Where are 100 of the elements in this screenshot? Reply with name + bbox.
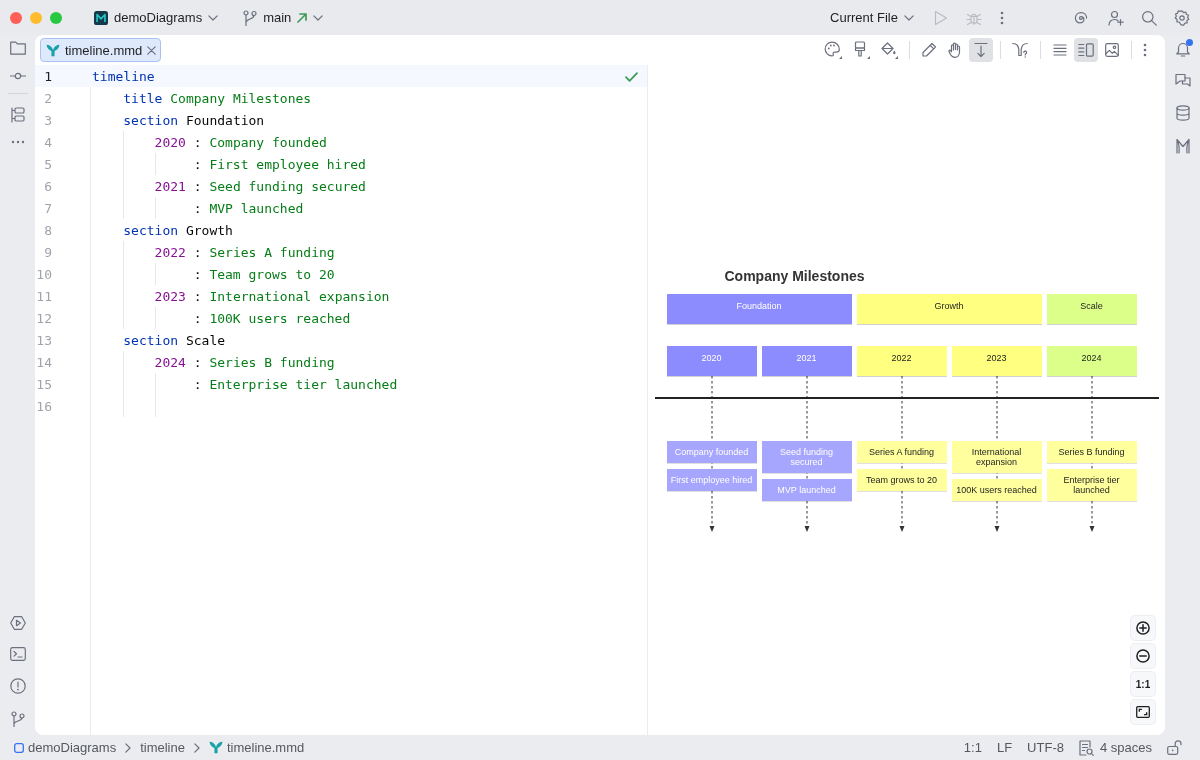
event-node: Series B funding bbox=[1046, 441, 1137, 463]
paint-bucket-icon[interactable] bbox=[880, 41, 898, 59]
chevron-down-icon bbox=[313, 14, 324, 21]
terminal-icon[interactable] bbox=[9, 647, 26, 661]
actual-size-button[interactable]: 1:1 bbox=[1131, 672, 1155, 696]
period-node: 2024 bbox=[1046, 346, 1137, 376]
line-number: 3 bbox=[43, 112, 52, 128]
palette-icon[interactable] bbox=[824, 41, 842, 59]
image-icon bbox=[1105, 43, 1119, 57]
chevron-down-icon bbox=[904, 14, 914, 21]
code-line: timeline bbox=[92, 68, 155, 84]
indent-setting[interactable]: 4 spaces bbox=[1078, 739, 1152, 756]
search-icon[interactable] bbox=[1141, 9, 1157, 26]
line-number: 10 bbox=[35, 266, 52, 282]
split-view-icon bbox=[1078, 43, 1094, 57]
period-node: 2021 bbox=[761, 346, 852, 376]
sync-scroll-button[interactable] bbox=[969, 38, 993, 62]
project-selector[interactable]: demoDiagrams bbox=[90, 4, 223, 31]
more-vertical-icon[interactable] bbox=[1000, 10, 1004, 25]
code-line: 2023 : International expansion bbox=[154, 288, 390, 304]
line-number: 2 bbox=[43, 90, 52, 106]
pencil-icon[interactable] bbox=[921, 42, 937, 58]
breadcrumb-link[interactable]: timeline bbox=[140, 740, 185, 755]
event-node: Enterprise tier launched bbox=[1046, 469, 1137, 501]
line-separator[interactable]: LF bbox=[996, 740, 1013, 755]
line-number: 9 bbox=[43, 244, 52, 260]
code-line: 2024 : Series B funding bbox=[154, 354, 335, 370]
square-icon bbox=[14, 742, 24, 753]
line-number: 1 bbox=[43, 68, 52, 84]
close-window-button[interactable] bbox=[10, 11, 22, 24]
zoom-in-icon bbox=[1136, 621, 1150, 635]
breadcrumb-link[interactable]: timeline.mmd bbox=[208, 740, 305, 755]
more-vertical-icon[interactable] bbox=[1143, 43, 1147, 57]
chevron-right-icon bbox=[125, 742, 132, 753]
structure-icon[interactable] bbox=[10, 107, 25, 123]
bell-icon[interactable] bbox=[1174, 41, 1191, 57]
settings-icon[interactable] bbox=[1174, 9, 1190, 26]
code-line: 2020 : Company founded bbox=[154, 134, 327, 150]
period-node: 2023 bbox=[951, 346, 1042, 376]
code-line: : MVP launched bbox=[193, 200, 304, 216]
zoom-out-button[interactable] bbox=[1131, 644, 1155, 668]
code-line: title Company Milestones bbox=[123, 90, 312, 106]
chevron-down-icon bbox=[208, 14, 219, 21]
breadcrumb-link[interactable]: demoDiagrams bbox=[14, 740, 117, 755]
fish-tail-icon bbox=[46, 43, 60, 57]
zoom-in-button[interactable] bbox=[1131, 616, 1155, 640]
event-node: Team grows to 20 bbox=[856, 469, 947, 491]
code-line: section Scale bbox=[123, 332, 226, 348]
code-line: section Growth bbox=[123, 222, 233, 238]
fit-frame-icon bbox=[1136, 706, 1150, 718]
hand-icon[interactable] bbox=[947, 42, 963, 58]
branch-icon bbox=[243, 9, 258, 26]
text-lines-icon bbox=[1053, 44, 1067, 56]
code-line: 2021 : Seed funding secured bbox=[154, 178, 366, 194]
m-logo-icon bbox=[94, 10, 108, 25]
chat-bubbles-icon[interactable] bbox=[1174, 73, 1191, 89]
chevron-right-icon bbox=[193, 742, 200, 753]
fit-to-view-button[interactable] bbox=[1131, 700, 1155, 724]
m-logo-icon[interactable] bbox=[1175, 138, 1190, 154]
code-line: section Foundation bbox=[123, 112, 265, 128]
run-config-selector[interactable]: Current File bbox=[826, 4, 918, 31]
code-line: : First employee hired bbox=[193, 156, 366, 172]
section-header: Scale bbox=[1046, 294, 1137, 324]
arrow-down-from-bar-icon bbox=[974, 42, 988, 58]
line-number: 8 bbox=[43, 222, 52, 238]
line-number: 7 bbox=[43, 200, 52, 216]
editor-tab[interactable]: timeline.mmd bbox=[40, 38, 162, 62]
folder-icon[interactable] bbox=[9, 41, 26, 55]
check-icon[interactable] bbox=[625, 72, 638, 82]
code-line: : Enterprise tier launched bbox=[193, 376, 398, 392]
line-number: 12 bbox=[35, 310, 52, 326]
event-node: MVP launched bbox=[761, 479, 852, 501]
split-view-button[interactable] bbox=[1074, 38, 1098, 62]
event-node: Series A funding bbox=[856, 441, 947, 463]
event-node: First employee hired bbox=[666, 469, 757, 491]
database-icon[interactable] bbox=[1175, 105, 1190, 121]
fish-tail-icon bbox=[208, 741, 223, 754]
branch-icon[interactable] bbox=[10, 711, 25, 727]
add-user-icon[interactable] bbox=[1108, 9, 1124, 26]
hexagon-play-icon[interactable] bbox=[9, 616, 26, 630]
code-line: : Team grows to 20 bbox=[193, 266, 335, 282]
line-number: 14 bbox=[35, 354, 52, 370]
line-number: 6 bbox=[43, 178, 52, 194]
diagram-title: Company Milestones bbox=[724, 267, 865, 286]
period-node: 2020 bbox=[666, 346, 757, 376]
code-line: 2022 : Series A funding bbox=[154, 244, 335, 260]
branch-selector[interactable]: main bbox=[239, 4, 328, 31]
warning-circle-icon[interactable] bbox=[9, 678, 26, 694]
line-number: 16 bbox=[35, 398, 52, 414]
unlocked-icon[interactable] bbox=[1167, 740, 1182, 755]
line-number: 4 bbox=[43, 134, 52, 150]
fish-tail-question-icon[interactable] bbox=[1012, 42, 1029, 58]
spiral-icon[interactable] bbox=[1073, 9, 1089, 26]
caret-position[interactable]: 1:1 bbox=[963, 740, 982, 755]
close-icon[interactable] bbox=[147, 45, 157, 55]
commit-icon[interactable] bbox=[9, 72, 26, 80]
paint-brush-icon[interactable] bbox=[852, 41, 870, 59]
file-encoding[interactable]: UTF-8 bbox=[1027, 740, 1064, 755]
code-line: : 100K users reached bbox=[193, 310, 351, 326]
more-horizontal-icon[interactable] bbox=[10, 140, 25, 144]
